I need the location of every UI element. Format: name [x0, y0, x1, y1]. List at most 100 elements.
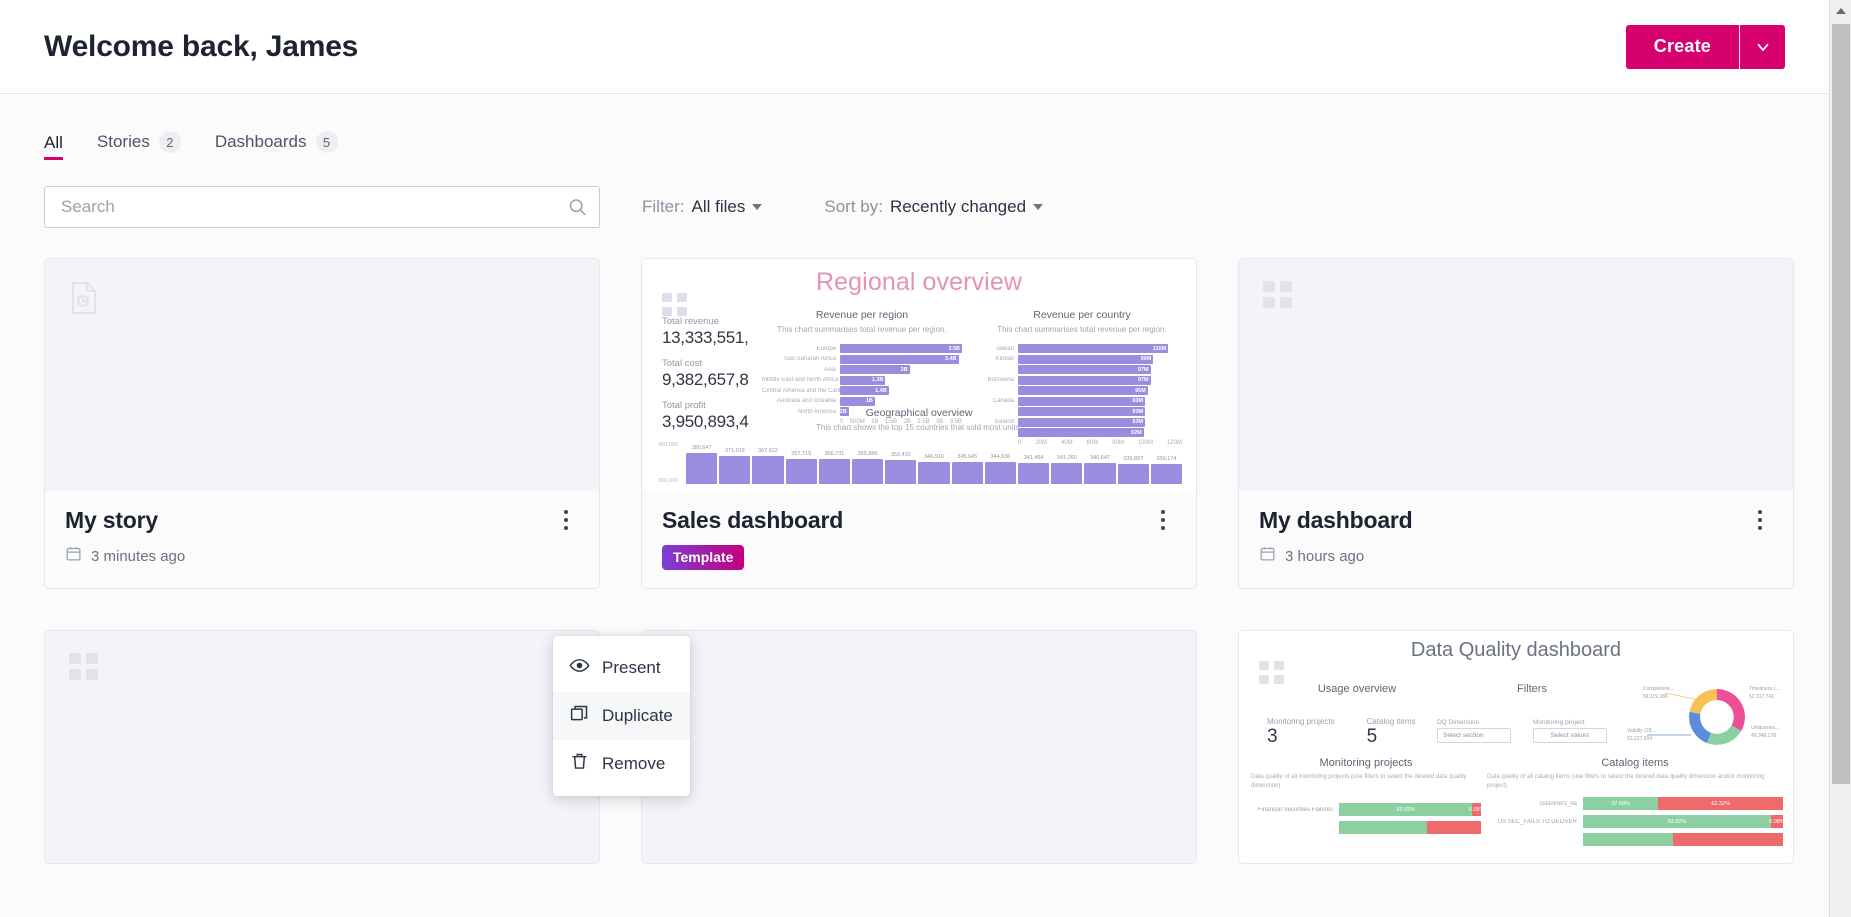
search-field-wrapper [44, 186, 600, 228]
bar-column: 341,260 [1051, 463, 1082, 484]
card-my-dashboard[interactable]: My dashboard 3 hours ago [1238, 258, 1794, 589]
bar-column: 367,622 [752, 456, 783, 484]
card-footer: My dashboard 3 hours ago [1239, 491, 1793, 584]
chart-plot-area: customers_na37.68%62.32%US SEC_FAILS TO … [1487, 797, 1783, 846]
bar-track: 3.4B [840, 355, 962, 364]
filter-dropdown[interactable]: Filter: All files [642, 197, 762, 217]
card-sales-dashboard[interactable]: Regional overview Total revenue 13,333,5… [641, 258, 1197, 589]
search-icon[interactable] [567, 197, 588, 218]
chart-plot-area: Europe3.5BSub-Saharan Africa3.4BAsia2BMi… [762, 344, 962, 416]
section-title: Usage overview [1267, 683, 1447, 695]
bar-segment-pass: 93.92% [1339, 803, 1472, 816]
vertical-scrollbar[interactable] [1829, 0, 1851, 917]
search-input[interactable] [44, 186, 600, 228]
monitoring-project-select[interactable]: Select values [1533, 728, 1607, 743]
page-title: Welcome back, James [44, 30, 358, 64]
card-menu-button[interactable] [553, 505, 579, 535]
bar-value-label: 380,647 [686, 445, 717, 451]
bar-column: 371,019 [719, 456, 750, 484]
filter-label: Filter: [642, 197, 685, 217]
create-button[interactable]: Create [1626, 25, 1739, 69]
bar-segment-fail: 62.32% [1658, 797, 1783, 810]
bar-value-label: 341,464 [1018, 455, 1049, 461]
chart-y-tick: 400,000 [658, 442, 678, 448]
context-menu-item-duplicate[interactable]: Duplicate [553, 692, 690, 740]
bar-category-label: customers_na [1487, 801, 1583, 807]
bar-value-label: 346,910 [918, 454, 949, 460]
template-badge: Template [662, 545, 744, 570]
kpi-value: 13,333,551, [662, 328, 754, 348]
card-thumbnail: Data Quality dashboard Usage overview Mo… [1239, 631, 1793, 863]
bar-fill: 95M [1018, 386, 1148, 395]
donut-label-timeliness: Timeliness (... [1749, 686, 1780, 692]
bar-track: 37.68%62.32% [1583, 797, 1783, 810]
tab-dashboards[interactable]: Dashboards 5 [215, 131, 338, 160]
bar-row: Kiribati99M [982, 355, 1182, 364]
field-label: DQ Dimension [1437, 719, 1511, 726]
preview-title: Data Quality dashboard [1239, 631, 1793, 662]
bar-row: Central America and the Caribbean1.4B [762, 386, 962, 395]
tab-stories-label: Stories [97, 132, 150, 152]
card-title-row: Sales dashboard [662, 505, 1176, 535]
card-menu-button[interactable] [1150, 505, 1176, 535]
card-menu-button[interactable] [1747, 505, 1773, 535]
create-dropdown-toggle[interactable] [1739, 25, 1785, 69]
bar-value-label: 339,897 [1118, 456, 1149, 462]
bar-fill: 1.3B [840, 376, 885, 385]
calendar-icon [1259, 545, 1276, 567]
scrollbar-thumb[interactable] [1832, 24, 1850, 784]
bar-value-label: 1B [866, 398, 875, 404]
dashboard-grid-icon [69, 653, 99, 688]
card-data-quality-dashboard[interactable]: Data Quality dashboard Usage overview Mo… [1238, 630, 1794, 864]
donut-value-timeliness: 52,317,741 [1749, 694, 1774, 700]
card-title: My dashboard [1259, 507, 1747, 534]
bar-category-label: Middle East and North Africa [762, 377, 840, 383]
kpi-value: 5 [1367, 726, 1416, 748]
kpi-catalog-items: Catalog items 5 [1367, 717, 1416, 748]
field-label: Monitoring project [1533, 719, 1607, 726]
bar-category-label: Taiwan [982, 346, 1018, 352]
kpi-label: Catalog items [1367, 717, 1416, 726]
dq-dimension-select[interactable]: Select section [1437, 728, 1511, 743]
kpi-monitoring-projects: Monitoring projects 3 [1267, 717, 1335, 748]
bar-track: 95M [1018, 386, 1182, 395]
tab-all-label: All [44, 133, 63, 153]
bar-value-label: 3.4B [945, 356, 959, 362]
context-menu-item-remove[interactable]: Remove [553, 740, 690, 788]
bar-column: 340,647 [1084, 463, 1115, 484]
bar-value-label: 355,886 [852, 451, 883, 457]
tab-stories[interactable]: Stories 2 [97, 131, 181, 160]
bar-fill: 93M [1018, 397, 1145, 406]
bar-column: 339,174 [1151, 464, 1182, 484]
donut-label-uniqueness: Uniquenes... [1751, 725, 1779, 731]
bar-fill: 99M [1018, 355, 1153, 364]
stacked-bar-row [1487, 833, 1783, 846]
tab-all[interactable]: All [44, 133, 63, 160]
bar-category-label: Botswana [982, 377, 1018, 383]
bar-value-label: 340,647 [1084, 455, 1115, 461]
bar-value-label: 1.4B [875, 388, 889, 394]
bar-row: Botswana97M [982, 376, 1182, 385]
donut-value-uniqueness: 49,348,178 [1751, 733, 1776, 739]
filter-dq-dimension: DQ Dimension Select section [1437, 719, 1511, 743]
bar-track: 97M [1018, 376, 1182, 385]
card-title: My story [65, 507, 553, 534]
card-row2-middle[interactable] [641, 630, 1197, 864]
card-my-story[interactable]: My story 3 minutes ago [44, 258, 600, 589]
card-row2-left[interactable] [44, 630, 600, 864]
preview-title: Regional overview [642, 259, 1196, 297]
kpi-label: Total revenue [662, 316, 754, 327]
card-title: Sales dashboard [662, 507, 1150, 534]
bar-value-label: 367,622 [752, 448, 783, 454]
page-body: All Stories 2 Dashboards 5 Filter: All f… [0, 94, 1829, 917]
card-footer: Sales dashboard Template [642, 491, 1196, 588]
bar-category-label: Sub-Saharan Africa [762, 356, 840, 362]
sort-dropdown[interactable]: Sort by: Recently changed [824, 197, 1043, 217]
context-menu-item-present[interactable]: Present [553, 644, 690, 692]
file-card-grid: My story 3 minutes ago Regional overv [44, 258, 1785, 864]
bar-fill: 1.4B [840, 386, 889, 395]
bar-value-label: 97M [1138, 367, 1151, 373]
scrollbar-up-button[interactable] [1830, 0, 1851, 22]
donut-label-completeness: Completene... [1643, 686, 1674, 692]
bar-track: 93.92%6.08% [1583, 815, 1783, 828]
